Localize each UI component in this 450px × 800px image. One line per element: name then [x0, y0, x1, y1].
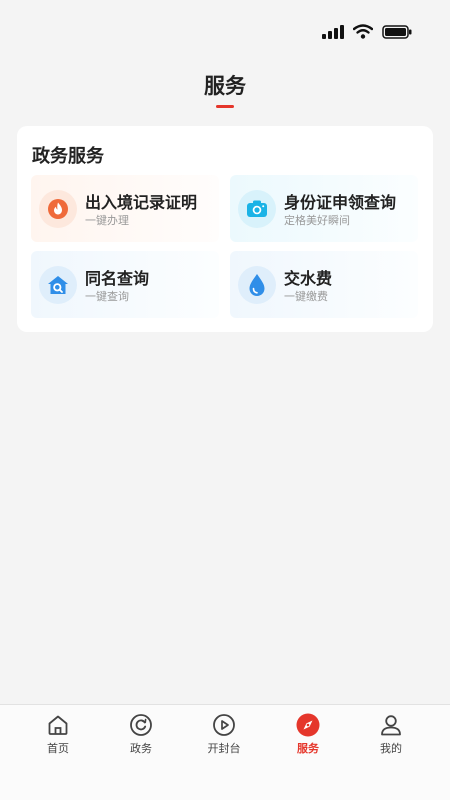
- tile-desc: 定格美好瞬间: [284, 214, 350, 227]
- tile-desc: 一键查询: [85, 290, 129, 303]
- refresh-circle-icon: [130, 714, 152, 736]
- service-tile-same-name-query[interactable]: 同名查询 一键查询: [31, 251, 219, 318]
- battery-icon: [382, 24, 412, 39]
- house-search-icon: [48, 276, 68, 294]
- status-bar: [0, 0, 450, 60]
- page-title: 服务: [204, 74, 246, 98]
- nav-label: 服务: [297, 742, 319, 755]
- status-icons: [322, 24, 412, 39]
- title-underline: [216, 105, 234, 108]
- nav-label: 政务: [130, 742, 152, 755]
- tile-name: 交水费: [284, 269, 333, 288]
- tile-icon-wrap: [238, 190, 276, 228]
- fire-icon: [48, 199, 68, 219]
- service-tile-water-bill[interactable]: 交水费 一键缴费: [230, 251, 418, 318]
- nav-label: 开封台: [207, 742, 241, 755]
- nav-label: 首页: [47, 742, 69, 755]
- water-drop-icon: [249, 274, 265, 296]
- nav-item-government[interactable]: 政务: [111, 713, 171, 773]
- nav-item-service[interactable]: 服务: [278, 713, 338, 773]
- tile-desc: 一键办理: [85, 214, 129, 227]
- service-tile-id-card-query[interactable]: 身份证申领查询 定格美好瞬间: [230, 175, 418, 242]
- bottom-nav: 首页 政务 开封台 服务 我的: [0, 704, 450, 800]
- nav-item-profile[interactable]: 我的: [361, 713, 421, 773]
- user-icon: [381, 715, 401, 736]
- tile-name: 出入境记录证明: [85, 193, 198, 212]
- play-circle-icon: [213, 714, 235, 736]
- section-title: 政务服务: [32, 146, 104, 167]
- camera-icon: [247, 200, 267, 217]
- tile-icon-wrap: [39, 190, 77, 228]
- tile-name: 同名查询: [85, 269, 150, 288]
- tile-desc: 一键缴费: [284, 290, 328, 303]
- service-card: 政务服务 出入境记录证明 一键办理 身份证申领查询 定格美好瞬间 同名查询 一键…: [17, 126, 433, 332]
- home-icon: [48, 715, 68, 735]
- tile-name: 身份证申领查询: [284, 193, 397, 212]
- nav-item-home[interactable]: 首页: [28, 713, 88, 773]
- signal-icon: [322, 24, 344, 39]
- nav-label: 我的: [380, 742, 402, 755]
- tile-icon-wrap: [238, 266, 276, 304]
- wifi-icon: [353, 24, 373, 39]
- compass-icon: [296, 713, 320, 737]
- tile-icon-wrap: [39, 266, 77, 304]
- nav-item-kaifeng-tv[interactable]: 开封台: [194, 713, 254, 773]
- service-tile-exit-entry-record[interactable]: 出入境记录证明 一键办理: [31, 175, 219, 242]
